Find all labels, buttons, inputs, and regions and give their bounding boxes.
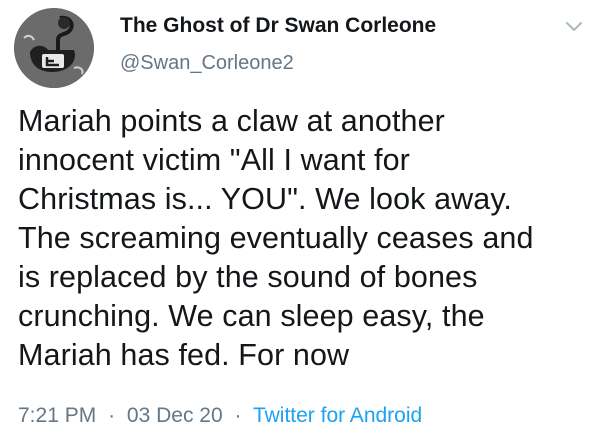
chevron-down-icon: [566, 22, 582, 31]
swan-avatar-icon: [14, 8, 94, 88]
tweet-text: Mariah points a claw at another innocent…: [18, 102, 592, 375]
tweet-card: The Ghost of Dr Swan Corleone @Swan_Corl…: [0, 0, 600, 446]
tweet-source-link[interactable]: Twitter for Android: [253, 404, 422, 427]
display-name[interactable]: The Ghost of Dr Swan Corleone: [120, 14, 436, 38]
tweet-menu-button[interactable]: [562, 14, 586, 38]
tweet-text-line: crunching. We can sleep easy, the: [18, 299, 485, 333]
tweet-text-line: Mariah has fed. For now: [18, 338, 350, 372]
separator-dot: ·: [234, 404, 242, 427]
tweet-text-line: innocent victim "All I want for: [18, 143, 410, 177]
tweet-date[interactable]: 03 Dec 20: [127, 404, 223, 427]
tweet-metadata: 7:21 PM · 03 Dec 20 · Twitter for Androi…: [18, 404, 422, 428]
separator-dot: ·: [108, 404, 116, 427]
user-handle[interactable]: @Swan_Corleone2: [120, 52, 294, 75]
tweet-text-line: Christmas is... YOU". We look away.: [18, 182, 512, 216]
avatar[interactable]: [14, 8, 94, 88]
tweet-text-line: Mariah points a claw at another: [18, 104, 445, 138]
tweet-text-line: The screaming eventually ceases and: [18, 221, 534, 255]
tweet-text-line: is replaced by the sound of bones: [18, 260, 478, 294]
tweet-time[interactable]: 7:21 PM: [18, 404, 96, 427]
